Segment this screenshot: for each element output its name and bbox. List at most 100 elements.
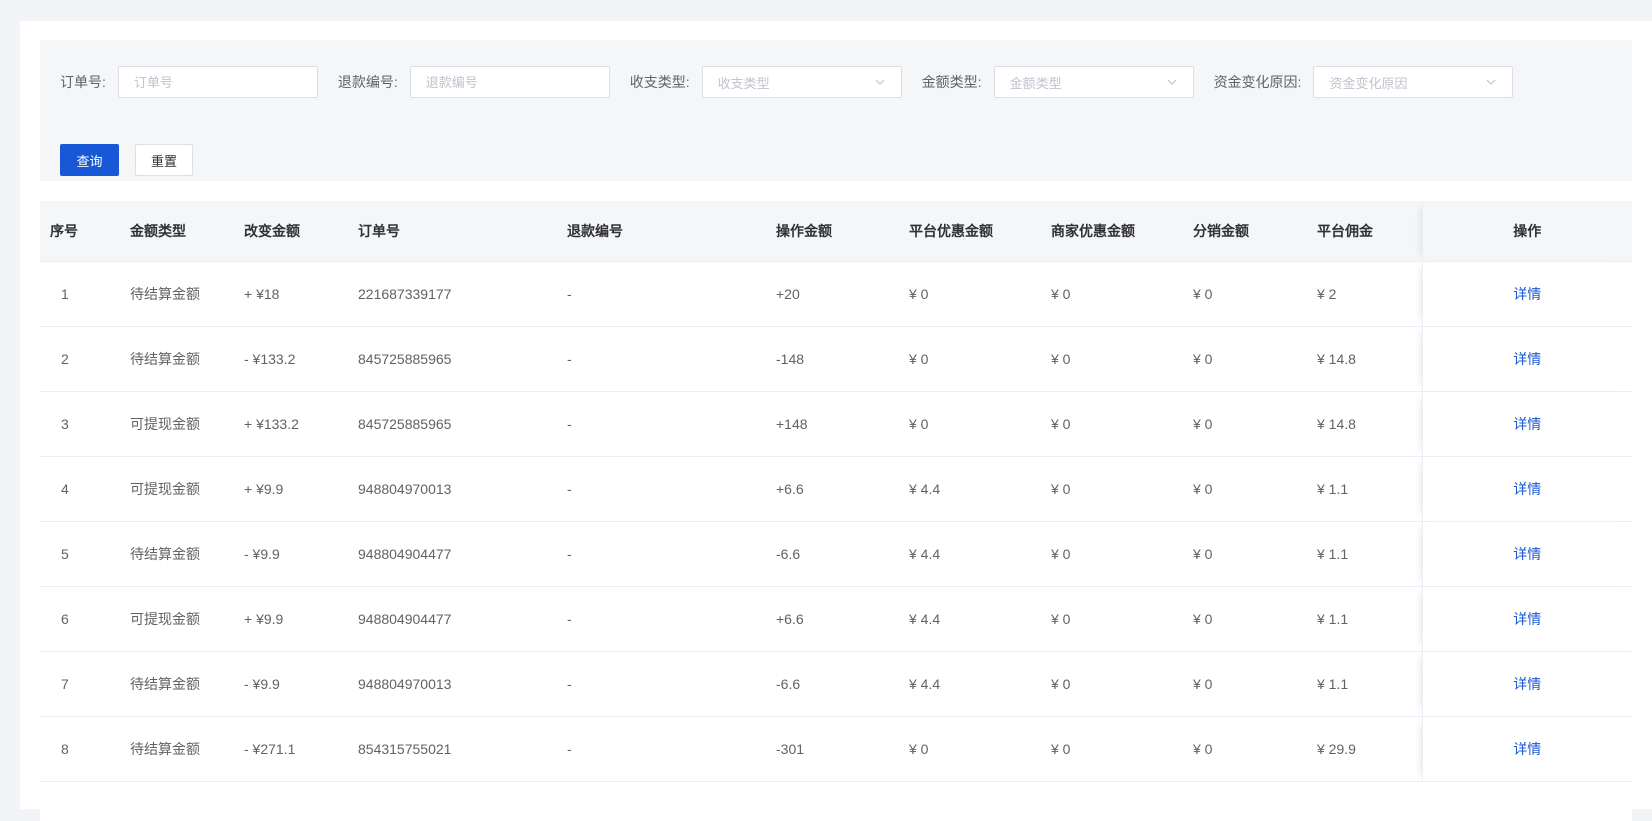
cell-op-amount: +6.6 xyxy=(766,456,899,521)
detail-link[interactable]: 详情 xyxy=(1513,351,1541,367)
filter-change-reason: 资金变化原因: 资金变化原因 xyxy=(1214,66,1514,98)
cell-distribution: ¥ 0 xyxy=(1183,326,1307,391)
table-row: 4可提现金额+ ¥9.9948804970013-+6.6¥ 4.4¥ 0¥ 0… xyxy=(40,456,1632,521)
cell-index: 7 xyxy=(40,651,120,716)
cell-amount-type: 待结算金额 xyxy=(120,716,234,781)
cell-commission: ¥ 1.1 xyxy=(1307,521,1422,586)
cell-platform-discount: ¥ 4.4 xyxy=(899,651,1041,716)
table-body: 1待结算金额+ ¥18221687339177-+20¥ 0¥ 0¥ 0¥ 2详… xyxy=(40,261,1632,781)
filter-label: 订单号: xyxy=(60,72,106,92)
filter-refund-no: 退款编号: xyxy=(338,66,610,98)
reset-button[interactable]: 重置 xyxy=(135,144,193,176)
detail-link[interactable]: 详情 xyxy=(1513,611,1541,627)
cell-change-amount: - ¥9.9 xyxy=(234,521,348,586)
cell-refund-no: - xyxy=(557,261,766,326)
table-header-row: 序号 金额类型 改变金额 订单号 退款编号 操作金额 平台优惠金额 商家优惠金额… xyxy=(40,201,1632,261)
filter-amount-type: 金额类型: 金额类型 xyxy=(922,66,1194,98)
cell-platform-discount: ¥ 0 xyxy=(899,326,1041,391)
cell-order-no: 221687339177 xyxy=(348,261,557,326)
detail-link[interactable]: 详情 xyxy=(1513,676,1541,692)
filter-order-no: 订单号: xyxy=(60,66,318,98)
detail-link[interactable]: 详情 xyxy=(1513,481,1541,497)
cell-index: 5 xyxy=(40,521,120,586)
filter-label: 金额类型: xyxy=(922,72,982,92)
cell-op-amount: +20 xyxy=(766,261,899,326)
cell-change-amount: - ¥133.2 xyxy=(234,326,348,391)
cell-platform-discount: ¥ 4.4 xyxy=(899,521,1041,586)
cell-merchant-discount: ¥ 0 xyxy=(1041,326,1183,391)
cell-amount-type: 待结算金额 xyxy=(120,261,234,326)
header-order-no: 订单号 xyxy=(348,201,557,261)
cell-order-no: 854315755021 xyxy=(348,716,557,781)
cell-platform-discount: ¥ 4.4 xyxy=(899,456,1041,521)
cell-merchant-discount: ¥ 0 xyxy=(1041,261,1183,326)
cell-commission: ¥ 14.8 xyxy=(1307,326,1422,391)
cell-commission: ¥ 2 xyxy=(1307,261,1422,326)
cell-order-no: 948804904477 xyxy=(348,586,557,651)
cell-merchant-discount: ¥ 0 xyxy=(1041,586,1183,651)
cell-platform-discount: ¥ 0 xyxy=(899,261,1041,326)
cell-index: 2 xyxy=(40,326,120,391)
cell-commission: ¥ 29.9 xyxy=(1307,716,1422,781)
cell-action: 详情 xyxy=(1422,651,1632,716)
header-distribution: 分销金额 xyxy=(1183,201,1307,261)
table-row: 3可提现金额+ ¥133.2845725885965-+148¥ 0¥ 0¥ 0… xyxy=(40,391,1632,456)
cell-action: 详情 xyxy=(1422,716,1632,781)
query-button[interactable]: 查询 xyxy=(60,144,119,176)
cell-change-amount: - ¥271.1 xyxy=(234,716,348,781)
cell-op-amount: -301 xyxy=(766,716,899,781)
header-refund-no: 退款编号 xyxy=(557,201,766,261)
cell-index: 1 xyxy=(40,261,120,326)
select-placeholder: 收支类型 xyxy=(718,73,770,92)
ledger-table-container: 序号 金额类型 改变金额 订单号 退款编号 操作金额 平台优惠金额 商家优惠金额… xyxy=(40,201,1632,821)
cell-merchant-discount: ¥ 0 xyxy=(1041,716,1183,781)
cell-distribution: ¥ 0 xyxy=(1183,651,1307,716)
income-type-select[interactable]: 收支类型 xyxy=(702,66,902,98)
header-merchant-discount: 商家优惠金额 xyxy=(1041,201,1183,261)
cell-refund-no: - xyxy=(557,456,766,521)
cell-index: 6 xyxy=(40,586,120,651)
cell-merchant-discount: ¥ 0 xyxy=(1041,521,1183,586)
cell-op-amount: +6.6 xyxy=(766,586,899,651)
cell-amount-type: 待结算金额 xyxy=(120,521,234,586)
detail-link[interactable]: 详情 xyxy=(1513,546,1541,562)
cell-change-amount: + ¥133.2 xyxy=(234,391,348,456)
cell-platform-discount: ¥ 0 xyxy=(899,716,1041,781)
table-row: 7待结算金额- ¥9.9948804970013--6.6¥ 4.4¥ 0¥ 0… xyxy=(40,651,1632,716)
filter-label: 退款编号: xyxy=(338,72,398,92)
cell-order-no: 948804970013 xyxy=(348,651,557,716)
filter-label: 资金变化原因: xyxy=(1214,72,1302,92)
detail-link[interactable]: 详情 xyxy=(1513,416,1541,432)
cell-refund-no: - xyxy=(557,521,766,586)
amount-type-select[interactable]: 金额类型 xyxy=(994,66,1194,98)
cell-action: 详情 xyxy=(1422,261,1632,326)
cell-op-amount: -6.6 xyxy=(766,521,899,586)
table-row: 1待结算金额+ ¥18221687339177-+20¥ 0¥ 0¥ 0¥ 2详… xyxy=(40,261,1632,326)
cell-action: 详情 xyxy=(1422,391,1632,456)
cell-merchant-discount: ¥ 0 xyxy=(1041,651,1183,716)
detail-link[interactable]: 详情 xyxy=(1513,741,1541,757)
table-row: 8待结算金额- ¥271.1854315755021--301¥ 0¥ 0¥ 0… xyxy=(40,716,1632,781)
select-placeholder: 金额类型 xyxy=(1010,73,1062,92)
cell-distribution: ¥ 0 xyxy=(1183,586,1307,651)
table-row: 5待结算金额- ¥9.9948804904477--6.6¥ 4.4¥ 0¥ 0… xyxy=(40,521,1632,586)
cell-order-no: 845725885965 xyxy=(348,391,557,456)
change-reason-select[interactable]: 资金变化原因 xyxy=(1313,66,1513,98)
cell-op-amount: +148 xyxy=(766,391,899,456)
cell-commission: ¥ 14.8 xyxy=(1307,391,1422,456)
table-row: 6可提现金额+ ¥9.9948804904477-+6.6¥ 4.4¥ 0¥ 0… xyxy=(40,586,1632,651)
order-no-input[interactable] xyxy=(118,66,318,98)
button-row: 查询 重置 xyxy=(60,144,193,176)
refund-no-input[interactable] xyxy=(410,66,610,98)
cell-amount-type: 可提现金额 xyxy=(120,391,234,456)
cell-change-amount: - ¥9.9 xyxy=(234,651,348,716)
cell-distribution: ¥ 0 xyxy=(1183,456,1307,521)
header-op-amount: 操作金额 xyxy=(766,201,899,261)
ledger-table: 序号 金额类型 改变金额 订单号 退款编号 操作金额 平台优惠金额 商家优惠金额… xyxy=(40,201,1632,782)
chevron-down-icon xyxy=(1485,76,1497,88)
cell-index: 3 xyxy=(40,391,120,456)
header-action: 操作 xyxy=(1422,201,1632,261)
cell-refund-no: - xyxy=(557,716,766,781)
detail-link[interactable]: 详情 xyxy=(1513,286,1541,302)
table-header: 序号 金额类型 改变金额 订单号 退款编号 操作金额 平台优惠金额 商家优惠金额… xyxy=(40,201,1632,261)
